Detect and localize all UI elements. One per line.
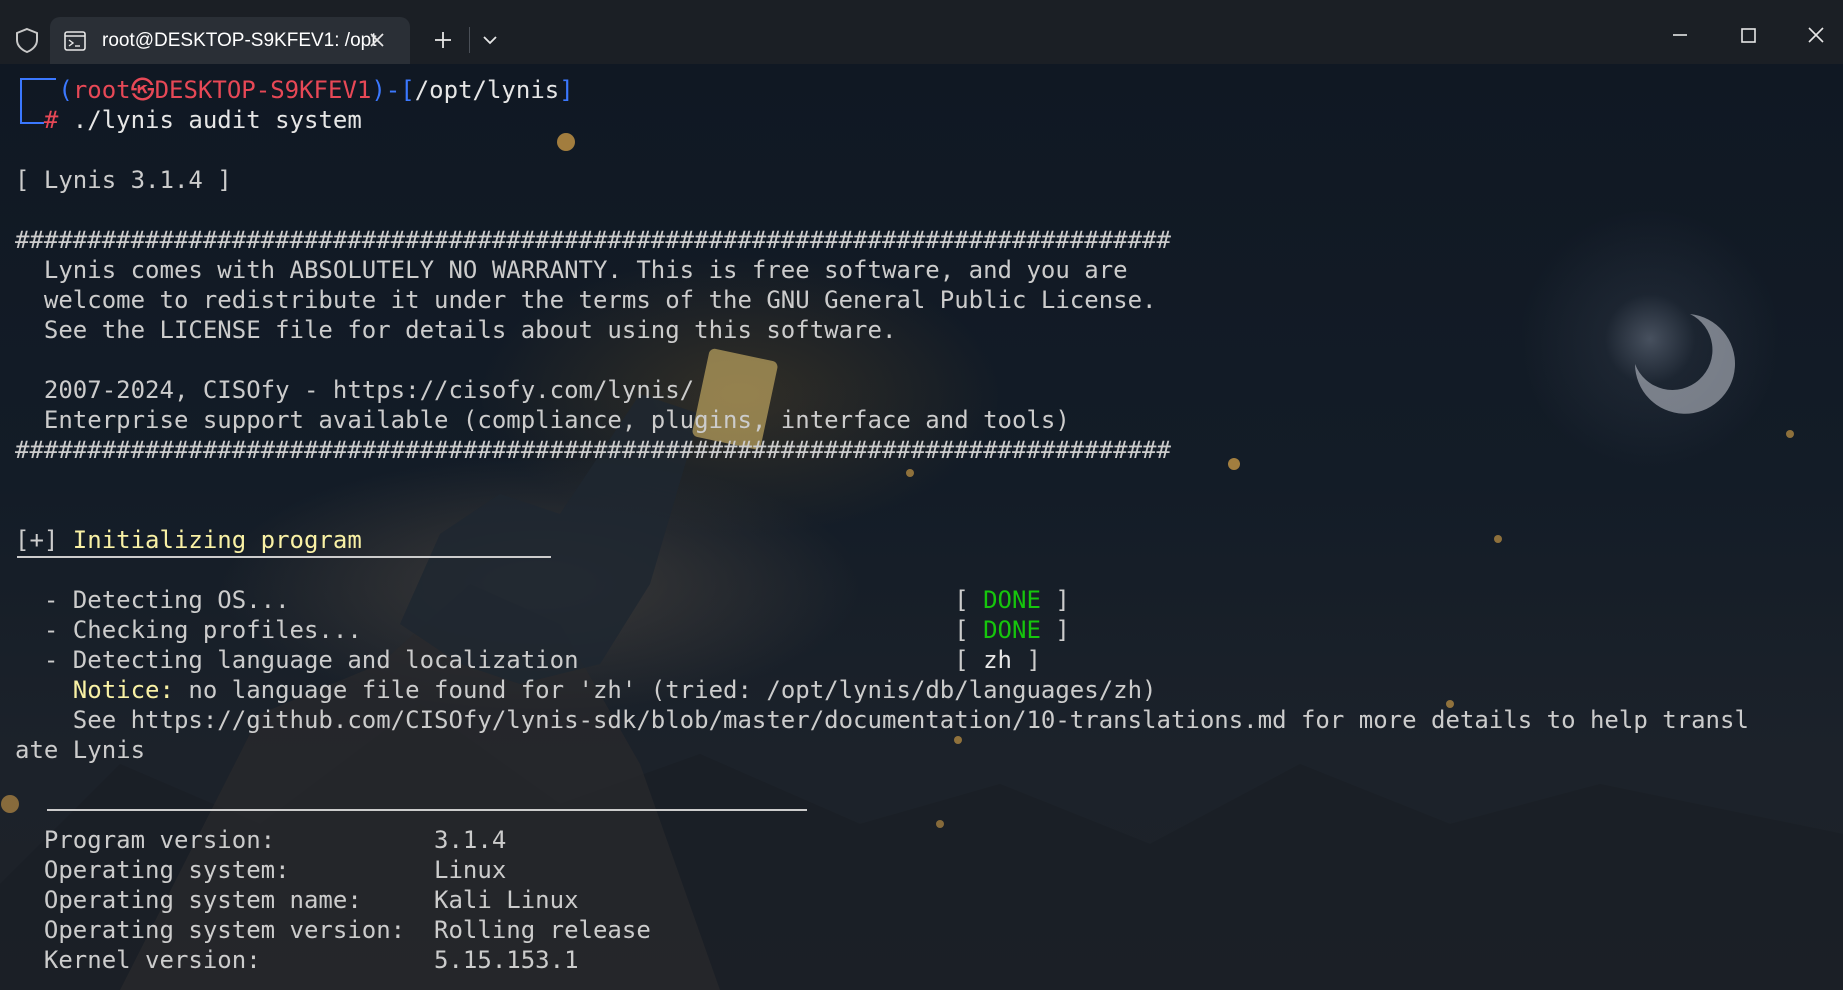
check-label: - Checking profiles...	[15, 616, 955, 644]
info-value: 5.15.153.1	[434, 946, 579, 974]
info-key: Operating system name:	[15, 886, 435, 914]
close-icon[interactable]	[1801, 20, 1831, 50]
section-marker: [+]	[15, 526, 73, 554]
info-value: Kali Linux	[434, 886, 579, 914]
chevron-down-icon[interactable]	[480, 32, 500, 48]
check-line: - Detecting language and localization [ …	[15, 645, 1840, 675]
prompt-dir-close: ]	[559, 76, 574, 104]
command-text: ./lynis audit system	[58, 106, 362, 134]
banner-line: Lynis comes with ABSOLUTELY NO WARRANTY.…	[15, 256, 1128, 284]
tab-separator	[469, 27, 470, 53]
minimize-icon[interactable]	[1665, 20, 1695, 50]
prompt-hash: #	[43, 106, 59, 134]
banner-line: See the LICENSE file for details about u…	[15, 316, 897, 344]
check-bracket-close: ]	[1040, 616, 1070, 644]
terminal-output[interactable]: (root㉿DESKTOP-S9KFEV1)-[/opt/lynis] # ./…	[0, 64, 1843, 990]
check-status: DONE	[983, 616, 1041, 644]
close-icon[interactable]	[366, 29, 388, 51]
info-value: 3.1.4	[434, 826, 507, 854]
prompt-open-paren: (	[58, 76, 73, 104]
check-line: - Detecting OS... [ DONE ]	[15, 585, 1840, 615]
divider-line	[15, 795, 1840, 825]
tab-terminal[interactable]: root@DESKTOP-S9KFEV1: /opt	[50, 17, 410, 64]
check-bracket-close: ]	[1012, 646, 1041, 674]
prompt-host: DESKTOP-S9KFEV1	[154, 76, 372, 104]
version-line: [ Lynis 3.1.4 ]	[15, 166, 232, 194]
notice-line: Notice: no language file found for 'zh' …	[15, 675, 1840, 705]
check-label: - Detecting OS...	[15, 586, 955, 614]
info-key: Operating system:	[15, 856, 435, 884]
prompt-at-symbol: ㉿	[130, 76, 155, 104]
notice-wrap-line: ate Lynis	[15, 736, 146, 764]
banner-line: welcome to redistribute it under the ter…	[15, 286, 1157, 314]
check-bracket-open: [	[954, 646, 984, 674]
maximize-icon[interactable]	[1733, 20, 1763, 50]
check-status: DONE	[983, 586, 1041, 614]
shield-icon[interactable]	[14, 27, 40, 53]
prompt-user: root	[72, 76, 131, 104]
prompt-separator: )-	[371, 76, 401, 104]
check-status: zh	[983, 646, 1013, 674]
info-line: Operating system: Linux	[15, 855, 1840, 885]
check-bracket-open: [	[954, 586, 984, 614]
tab-title: root@DESKTOP-S9KFEV1: /opt	[102, 30, 377, 51]
info-value: Linux	[434, 856, 507, 884]
section-header: [+] Initializing program	[15, 525, 1840, 558]
notice-see-line: See https://github.com/CISOfy/lynis-sdk/…	[15, 706, 1749, 734]
prompt-dir-open: [	[400, 76, 415, 104]
notice-text: no language file found for 'zh' (tried: …	[173, 676, 1157, 704]
plus-icon[interactable]	[432, 29, 454, 51]
check-label: - Detecting language and localization	[15, 646, 955, 674]
notice-label: Notice:	[15, 676, 174, 704]
banner-line: 2007-2024, CISOfy - https://cisofy.com/l…	[15, 376, 695, 404]
prompt-directory: /opt/lynis	[414, 76, 560, 104]
info-value: Rolling release	[434, 916, 651, 944]
info-line: Operating system version: Rolling releas…	[15, 915, 1840, 945]
info-divider	[47, 809, 807, 811]
terminal-icon	[64, 31, 86, 51]
banner-line	[15, 345, 1840, 375]
info-key: Operating system version:	[15, 916, 435, 944]
banner-line: Enterprise support available (compliance…	[15, 406, 1070, 434]
section-title: Initializing program	[72, 526, 362, 554]
info-line: Kernel version: 5.15.153.1	[15, 945, 1840, 975]
info-line: Program version: 3.1.4	[15, 825, 1840, 855]
check-line: - Checking profiles... [ DONE ]	[15, 615, 1840, 645]
hash-line: ########################################…	[15, 226, 1171, 254]
terminal-window: root@DESKTOP-S9KFEV1: /opt (root㉿DESKTOP…	[0, 0, 1843, 990]
command-line: # ./lynis audit system	[15, 105, 1840, 135]
check-bracket-close: ]	[1040, 586, 1070, 614]
info-key: Kernel version:	[15, 946, 435, 974]
title-bar: root@DESKTOP-S9KFEV1: /opt	[0, 0, 1843, 64]
info-line: Operating system name: Kali Linux	[15, 885, 1840, 915]
prompt-line: (root㉿DESKTOP-S9KFEV1)-[/opt/lynis]	[15, 75, 1840, 105]
info-key: Program version:	[15, 826, 435, 854]
check-bracket-open: [	[954, 616, 984, 644]
hash-line: ########################################…	[15, 436, 1171, 464]
terminal-lines: (root㉿DESKTOP-S9KFEV1)-[/opt/lynis] # ./…	[15, 75, 1840, 975]
